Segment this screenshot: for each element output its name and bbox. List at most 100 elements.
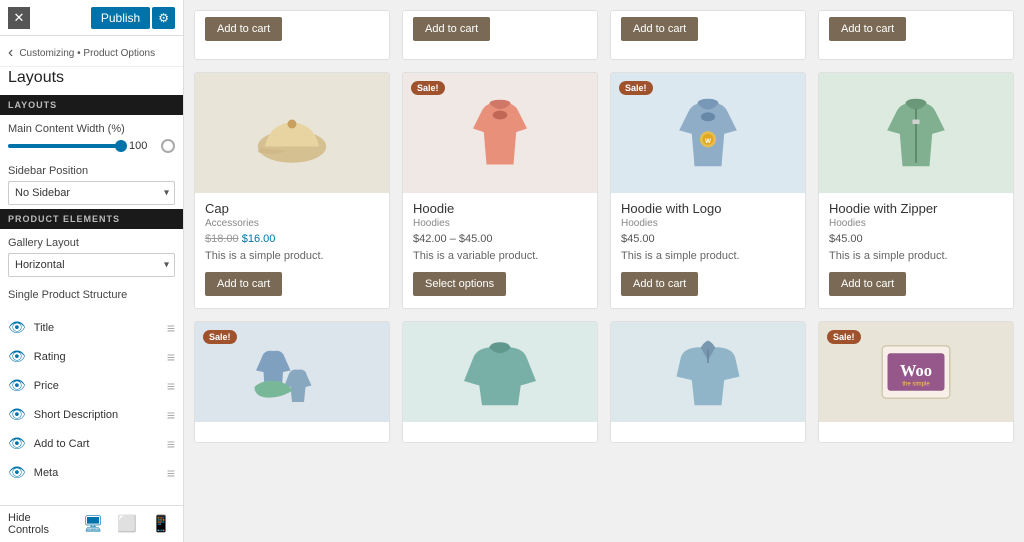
layouts-section-header: LAYOUTS xyxy=(0,95,183,115)
products-row-2: Cap Accessories $18.00 $16.00 This is a … xyxy=(194,72,1014,309)
structure-item-rating[interactable]: 👁 Rating ≡ xyxy=(0,342,183,371)
product-card-r1-1: Add to cart xyxy=(194,10,390,60)
product-info-hoodie: Hoodie Hoodies $42.00 – $45.00 This is a… xyxy=(403,201,597,264)
sidebar-position-control: Sidebar Position No Sidebar Left Sidebar… xyxy=(0,157,183,209)
svg-text:Woo: Woo xyxy=(900,361,932,380)
add-to-cart-button-r1-1[interactable]: Add to cart xyxy=(205,17,282,41)
product-name-hoodie-logo: Hoodie with Logo xyxy=(621,201,795,216)
close-button[interactable]: ✕ xyxy=(8,7,30,29)
longsleeve-illustration xyxy=(455,327,545,417)
sale-badge-hoodie-set: Sale! xyxy=(203,330,237,344)
product-price-hoodie-zipper: $45.00 xyxy=(829,233,1003,245)
product-desc-hoodie: This is a variable product. xyxy=(413,249,587,264)
structure-item-add-to-cart[interactable]: 👁 Add to Cart ≡ xyxy=(0,429,183,458)
sale-badge-woo: Sale! xyxy=(827,330,861,344)
product-name-hoodie-zipper: Hoodie with Zipper xyxy=(829,201,1003,216)
product-category-hoodie-zipper: Hoodies xyxy=(829,218,1003,229)
product-card-hoodie-zipper: Hoodie with Zipper Hoodies $45.00 This i… xyxy=(818,72,1014,309)
sidebar: ✕ Publish ⚙ ‹ Customizing • Product Opti… xyxy=(0,0,184,542)
product-price-cap: $18.00 $16.00 xyxy=(205,233,379,245)
sidebar-position-label: Sidebar Position xyxy=(8,165,175,177)
structure-item-price[interactable]: 👁 Price ≡ xyxy=(0,371,183,400)
product-card-r1-4: Add to cart xyxy=(818,10,1014,60)
main-content-width-label: Main Content Width (%) xyxy=(8,123,175,135)
eye-icon-price: 👁 xyxy=(8,377,26,394)
product-info-hoodie-logo: Hoodie with Logo Hoodies $45.00 This is … xyxy=(611,201,805,264)
publish-button[interactable]: Publish xyxy=(91,7,150,29)
hoodie-zipper-illustration xyxy=(871,88,961,178)
select-options-button-hoodie[interactable]: Select options xyxy=(413,272,506,296)
breadcrumb-path: Customizing • Product Options xyxy=(19,47,155,60)
gallery-layout-label: Gallery Layout xyxy=(8,237,175,249)
add-to-cart-button-r1-3[interactable]: Add to cart xyxy=(621,17,698,41)
add-to-cart-button-r1-4[interactable]: Add to cart xyxy=(829,17,906,41)
single-product-label: Single Product Structure xyxy=(8,289,175,301)
woo-illustration: Woo the simple xyxy=(871,327,961,417)
eye-icon-rating: 👁 xyxy=(8,348,26,365)
product-desc-cap: This is a simple product. xyxy=(205,249,379,264)
product-card-polo xyxy=(610,321,806,443)
sale-badge-hoodie-logo: Sale! xyxy=(619,81,653,95)
sidebar-position-select[interactable]: No Sidebar Left Sidebar Right Sidebar xyxy=(8,181,175,205)
hoodie-set-illustration xyxy=(247,327,337,417)
product-image-cap xyxy=(195,73,389,193)
gallery-layout-select[interactable]: Horizontal Vertical Grid xyxy=(8,253,175,277)
main-content: Add to cart Add to cart Add to cart Add … xyxy=(184,0,1024,542)
sale-badge-hoodie: Sale! xyxy=(411,81,445,95)
product-card-woo: Sale! Woo the simple xyxy=(818,321,1014,443)
add-to-cart-button-cap[interactable]: Add to cart xyxy=(205,272,282,296)
hoodie-illustration xyxy=(455,88,545,178)
structure-item-label-title: Title xyxy=(34,322,159,334)
sidebar-topbar: ✕ Publish ⚙ xyxy=(0,0,183,36)
close-icon: ✕ xyxy=(14,10,25,26)
drag-icon-rating: ≡ xyxy=(167,349,175,365)
mobile-view-button[interactable]: 📱 xyxy=(147,512,175,536)
drag-icon-short-desc: ≡ xyxy=(167,407,175,423)
product-elements-section-header: PRODUCT ELEMENTS xyxy=(0,209,183,229)
hoodie-logo-illustration: W xyxy=(663,88,753,178)
product-card-cap: Cap Accessories $18.00 $16.00 This is a … xyxy=(194,72,390,309)
eye-icon-add-to-cart: 👁 xyxy=(8,435,26,452)
eye-icon-title: 👁 xyxy=(8,319,26,336)
single-product-structure-control: Single Product Structure xyxy=(0,281,183,309)
add-to-cart-button-r1-2[interactable]: Add to cart xyxy=(413,17,490,41)
product-name-cap: Cap xyxy=(205,201,379,216)
structure-item-label-rating: Rating xyxy=(34,351,159,363)
product-desc-hoodie-logo: This is a simple product. xyxy=(621,249,795,264)
product-category-cap: Accessories xyxy=(205,218,379,229)
breadcrumb: ‹ Customizing • Product Options xyxy=(0,36,183,67)
gallery-layout-control: Gallery Layout Horizontal Vertical Grid … xyxy=(0,229,183,281)
product-name-hoodie: Hoodie xyxy=(413,201,587,216)
drag-icon-meta: ≡ xyxy=(167,465,175,481)
product-card-hoodie-logo: Sale! W Hoodie with Logo Hoodies $45.00 … xyxy=(610,72,806,309)
desktop-view-button[interactable]: 🖥 xyxy=(79,512,107,536)
gallery-layout-wrapper: Horizontal Vertical Grid ▾ xyxy=(8,253,175,277)
main-content-width-control: Main Content Width (%) 100 xyxy=(0,115,183,157)
products-row-1: Add to cart Add to cart Add to cart Add … xyxy=(194,10,1014,60)
add-to-cart-button-hoodie-zipper[interactable]: Add to cart xyxy=(829,272,906,296)
structure-item-title[interactable]: 👁 Title ≡ xyxy=(0,313,183,342)
product-image-polo xyxy=(611,322,805,422)
product-category-hoodie-logo: Hoodies xyxy=(621,218,795,229)
add-to-cart-button-hoodie-logo[interactable]: Add to cart xyxy=(621,272,698,296)
page-title: Layouts xyxy=(0,67,183,95)
cap-illustration xyxy=(247,88,337,178)
sidebar-bottom: Hide Controls 🖥 ⬜ 📱 xyxy=(0,505,183,542)
structure-item-short-desc[interactable]: 👁 Short Description ≡ xyxy=(0,400,183,429)
gear-button[interactable]: ⚙ xyxy=(152,7,175,29)
product-card-r1-3: Add to cart xyxy=(610,10,806,60)
products-row-3: Sale! xyxy=(194,321,1014,443)
product-image-longsleeve xyxy=(403,322,597,422)
eye-icon-meta: 👁 xyxy=(8,464,26,481)
structure-item-meta[interactable]: 👁 Meta ≡ xyxy=(0,458,183,487)
product-price-hoodie-logo: $45.00 xyxy=(621,233,795,245)
product-info-hoodie-zipper: Hoodie with Zipper Hoodies $45.00 This i… xyxy=(819,201,1013,264)
back-button[interactable]: ‹ xyxy=(8,44,13,62)
tablet-view-button[interactable]: ⬜ xyxy=(113,512,141,536)
product-card-longsleeve xyxy=(402,321,598,443)
structure-item-label-meta: Meta xyxy=(34,467,159,479)
sidebar-position-wrapper: No Sidebar Left Sidebar Right Sidebar ▾ xyxy=(8,181,175,205)
svg-text:W: W xyxy=(705,138,711,145)
product-info-cap: Cap Accessories $18.00 $16.00 This is a … xyxy=(195,201,389,264)
slider-track[interactable] xyxy=(8,144,123,148)
